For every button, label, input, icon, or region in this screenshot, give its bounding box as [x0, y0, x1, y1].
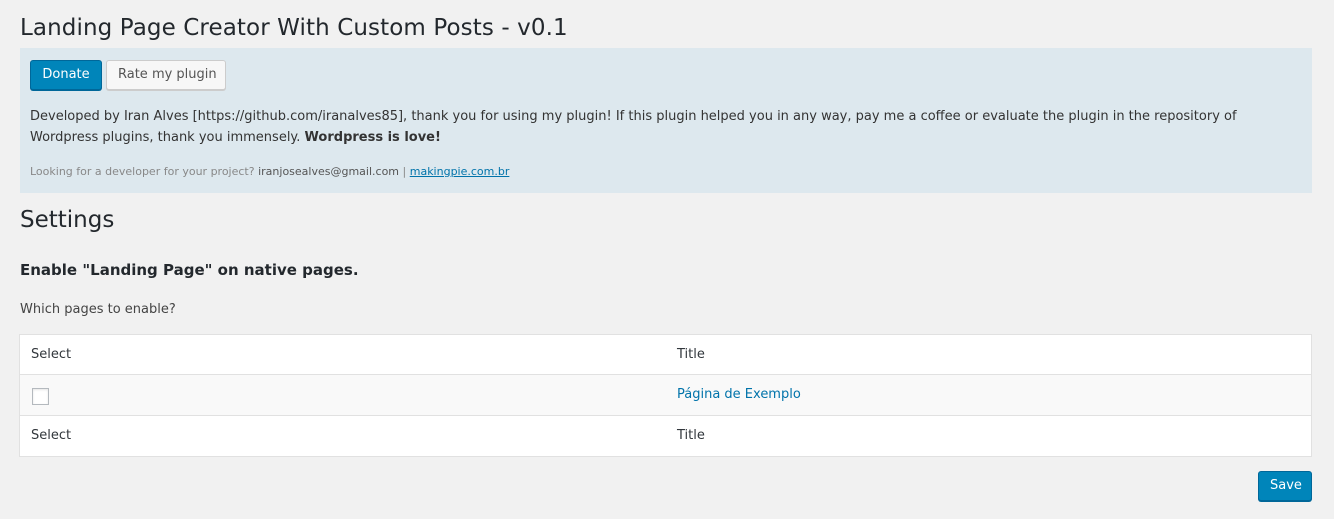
- pages-table: Select Title Página de Exemplo Select Ti…: [19, 334, 1312, 457]
- section-description: Which pages to enable?: [20, 302, 176, 317]
- website-link[interactable]: makingpie.com.br: [410, 165, 510, 178]
- footer-select: Select: [31, 428, 72, 443]
- page-title-cell: Página de Exemplo: [677, 375, 801, 415]
- section-title: Enable "Landing Page" on native pages.: [20, 261, 359, 279]
- developer-contact: Looking for a developer for your project…: [30, 165, 509, 178]
- contact-separator: |: [402, 165, 407, 178]
- header-title: Title: [677, 347, 705, 362]
- table-row: Página de Exemplo: [20, 375, 1311, 416]
- plugin-info-box: Donate Rate my plugin Developed by Iran …: [20, 48, 1312, 193]
- page-title: Landing Page Creator With Custom Posts -…: [20, 15, 568, 41]
- settings-title: Settings: [20, 207, 115, 233]
- donate-button[interactable]: Donate: [30, 60, 102, 90]
- rate-plugin-button[interactable]: Rate my plugin: [106, 60, 226, 90]
- footer-title: Title: [677, 428, 705, 443]
- plugin-description: Developed by Iran Alves [https://github.…: [30, 106, 1300, 148]
- page-title-link[interactable]: Página de Exemplo: [677, 387, 801, 402]
- description-text: Developed by Iran Alves [https://github.…: [30, 109, 1237, 145]
- header-select: Select: [31, 347, 72, 362]
- contact-prefix: Looking for a developer for your project…: [30, 165, 255, 178]
- contact-email: iranjosealves@gmail.com: [258, 165, 400, 178]
- page-select-checkbox[interactable]: [32, 388, 49, 405]
- save-button[interactable]: Save: [1258, 471, 1312, 501]
- table-header: Select Title: [20, 335, 1311, 375]
- table-footer: Select Title: [20, 416, 1311, 456]
- description-strong: Wordpress is love!: [304, 130, 441, 145]
